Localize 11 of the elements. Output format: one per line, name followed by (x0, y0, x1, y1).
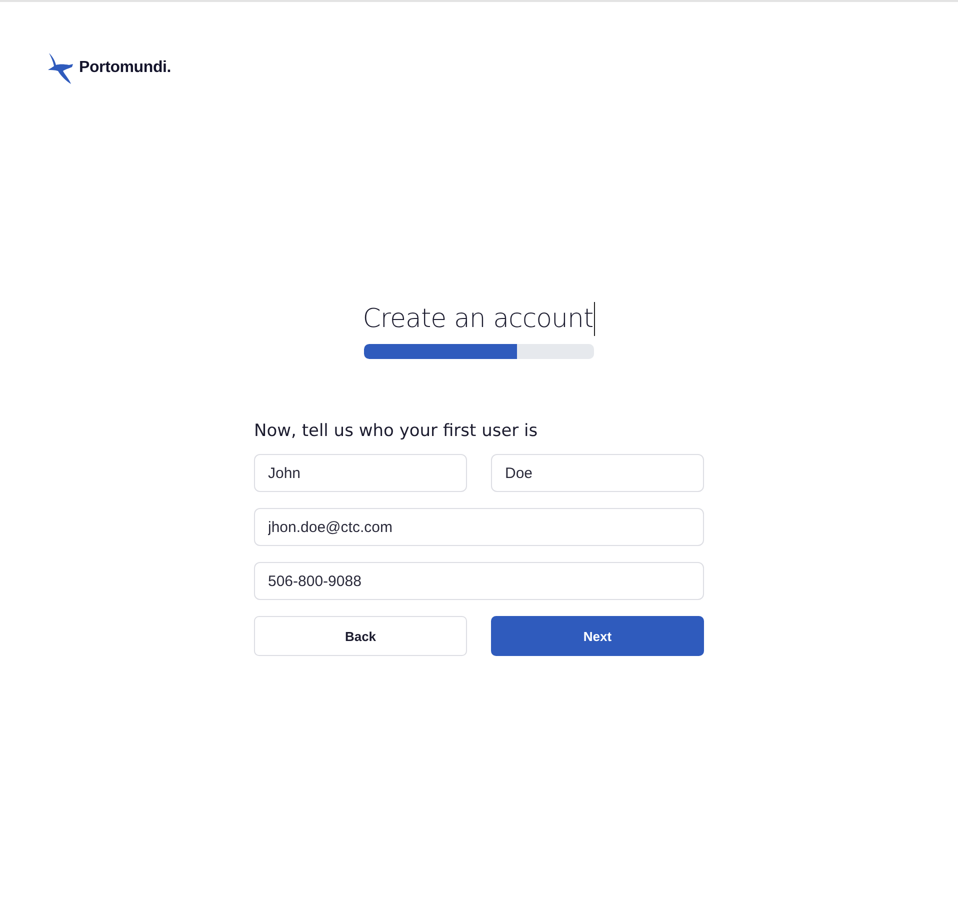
input-field[interactable]: jhon.doe@ctc.com (254, 508, 704, 546)
bird-logo-icon (47, 51, 75, 85)
input-field[interactable]: John (254, 454, 467, 492)
brand-name: Portomundi. (79, 59, 172, 77)
input-field[interactable]: Doe (491, 454, 704, 492)
form-prompt: Now, tell us who your first user is (254, 421, 539, 441)
next-button[interactable]: Next (491, 616, 704, 656)
input-field[interactable]: 506-800-9088 (254, 562, 704, 600)
back-button[interactable]: Back (254, 616, 467, 656)
text-cursor (594, 302, 596, 336)
page-title: Create an account (362, 304, 594, 334)
